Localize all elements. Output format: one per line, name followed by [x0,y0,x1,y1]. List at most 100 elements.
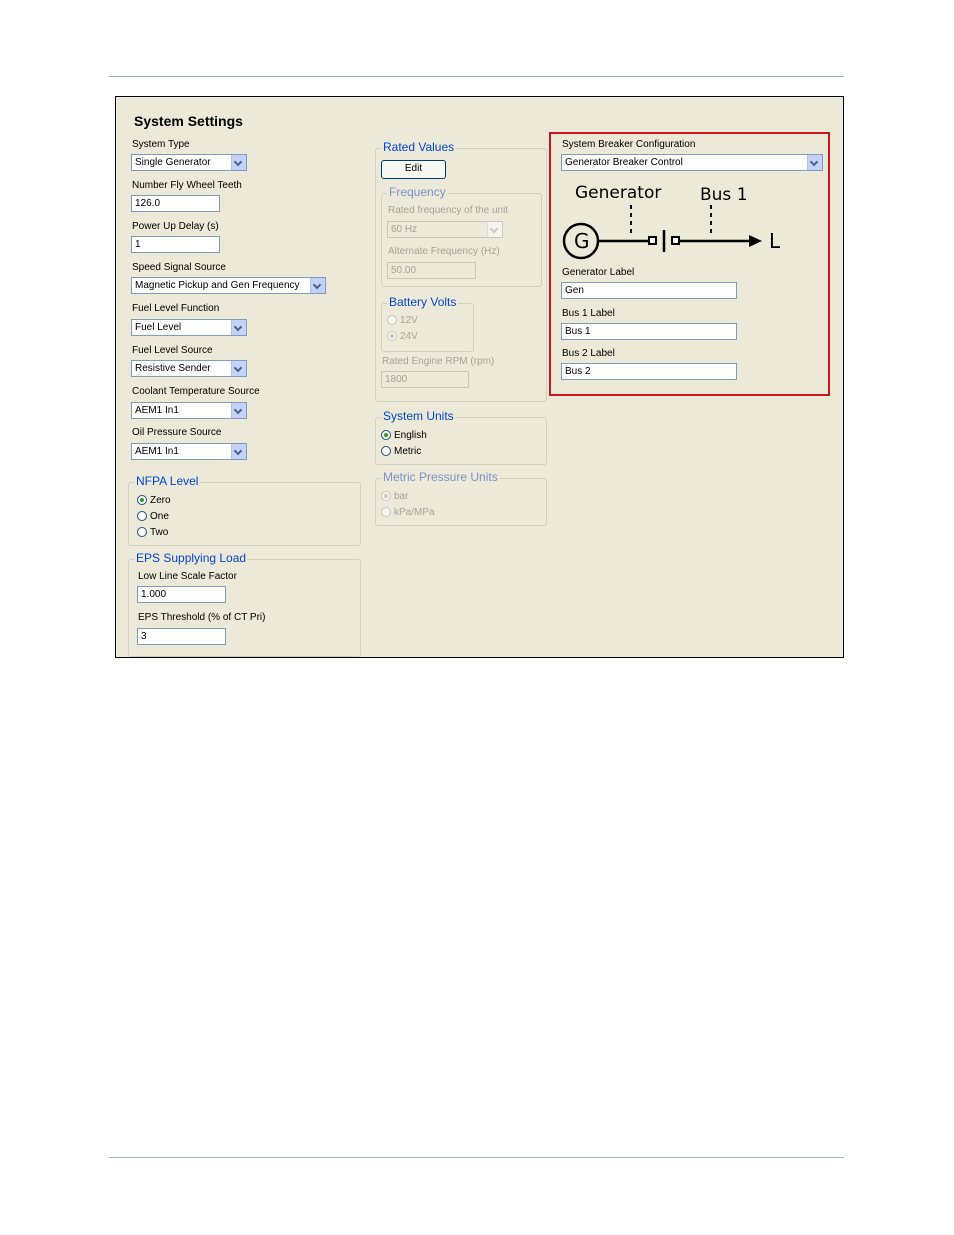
chevron-down-icon[interactable] [231,403,246,418]
eps-title: EPS Supplying Load [134,551,249,565]
nfpa-radio-zero[interactable]: Zero [137,495,171,509]
edit-button[interactable]: Edit [381,160,446,179]
rated-rpm-label: Rated Engine RPM (rpm) [382,356,495,367]
radio-icon[interactable] [381,507,391,518]
arrow-right-icon [749,235,762,247]
low-line-scale-label: Low Line Scale Factor [138,571,237,582]
fly-wheel-teeth-input[interactable]: 126.0 [131,195,220,212]
pressure-radio-bar[interactable]: bar [381,491,408,505]
bus1-label-input[interactable]: Bus 1 [561,323,737,340]
rated-values-group: Rated Values Edit Frequency Rated freque… [375,140,547,402]
power-up-delay-label: Power Up Delay (s) [132,221,219,232]
rated-rpm-input[interactable]: 1800 [381,371,469,388]
coolant-temp-source-label: Coolant Temperature Source [132,386,260,397]
page-title: System Settings [134,113,243,129]
oil-pressure-source-label: Oil Pressure Source [132,427,222,438]
eps-supplying-load-group: EPS Supplying Load Low Line Scale Factor… [128,551,361,657]
chevron-down-icon[interactable] [807,155,822,170]
breaker-diagram: Generator Bus 1 G L [562,183,781,260]
header-rule [109,76,844,77]
bus1-label-label: Bus 1 Label [562,308,615,319]
nfpa-radio-one-label: One [150,511,169,522]
eps-threshold-label: EPS Threshold (% of CT Pri) [138,612,266,623]
breaker-contact-icon [671,236,680,245]
chevron-down-icon[interactable] [231,361,246,376]
system-type-dropdown[interactable]: Single Generator [131,154,247,171]
nfpa-level-title: NFPA Level [134,474,201,488]
coolant-temp-source-value: AEM1 In1 [135,405,179,416]
pressure-radio-kpa[interactable]: kPa/MPa [381,507,435,521]
battery-radio-24v[interactable]: 24V [387,331,418,345]
system-type-value: Single Generator [135,157,211,168]
diagram-g-text: G [574,229,590,253]
chevron-down-icon[interactable] [231,320,246,335]
fuel-level-function-dropdown[interactable]: Fuel Level [131,319,247,336]
diagram-l-text: L [769,229,781,253]
battery-volts-group: Battery Volts 12V 24V [381,295,474,352]
radio-icon[interactable] [137,511,147,522]
generator-label-label: Generator Label [562,267,635,278]
rated-frequency-dropdown[interactable]: 60 Hz [387,221,503,238]
bus2-label-input[interactable]: Bus 2 [561,363,737,380]
nfpa-radio-two-label: Two [150,527,169,538]
fuel-level-function-label: Fuel Level Function [132,303,220,314]
speed-signal-source-dropdown[interactable]: Magnetic Pickup and Gen Frequency [131,277,326,294]
units-metric-label: Metric [394,446,422,457]
units-english-label: English [394,430,427,441]
low-line-scale-input[interactable]: 1.000 [137,586,226,603]
chevron-down-icon[interactable] [487,222,502,237]
system-units-group: System Units English Metric [375,409,547,465]
pressure-bar-label: bar [394,491,409,502]
breaker-config-label: System Breaker Configuration [562,139,696,150]
fuel-level-source-value: Resistive Sender [135,363,211,374]
frequency-title: Frequency [387,185,448,199]
alternate-frequency-label: Alternate Frequency (Hz) [388,246,500,257]
power-up-delay-input[interactable]: 1 [131,236,220,253]
radio-icon[interactable] [387,315,397,326]
breaker-contact-icon [648,236,657,245]
fuel-level-function-value: Fuel Level [135,322,182,333]
nfpa-level-group: NFPA Level Zero One Two [128,474,361,546]
diagram-generator-text: Generator [575,183,661,203]
rated-frequency-label: Rated frequency of the unit [388,205,509,216]
rated-values-title: Rated Values [381,140,457,154]
system-units-title: System Units [381,409,456,423]
radio-selected-icon[interactable] [381,491,391,502]
chevron-down-icon[interactable] [231,155,246,170]
radio-icon[interactable] [381,446,391,457]
speed-signal-source-label: Speed Signal Source [132,262,226,273]
chevron-down-icon[interactable] [231,444,246,459]
nfpa-radio-zero-label: Zero [150,495,171,506]
battery-volts-title: Battery Volts [387,295,459,309]
metric-pressure-units-group: Metric Pressure Units bar kPa/MPa [375,470,547,526]
system-type-label: System Type [132,139,190,150]
fly-wheel-teeth-label: Number Fly Wheel Teeth [132,180,242,191]
breaker-config-dropdown[interactable]: Generator Breaker Control [561,154,823,171]
radio-icon[interactable] [137,527,147,538]
eps-threshold-input[interactable]: 3 [137,628,226,645]
diagram-bus1-text: Bus 1 [700,185,748,205]
battery-24v-label: 24V [400,331,418,342]
footer-rule [109,1157,844,1158]
bus2-label-label: Bus 2 Label [562,348,615,359]
breaker-config-value: Generator Breaker Control [565,157,683,168]
pressure-kpa-label: kPa/MPa [394,507,435,518]
radio-selected-icon[interactable] [137,495,147,506]
units-radio-english[interactable]: English [381,430,427,444]
frequency-group: Frequency Rated frequency of the unit 60… [381,185,542,287]
speed-signal-source-value: Magnetic Pickup and Gen Frequency [135,280,300,291]
oil-pressure-source-dropdown[interactable]: AEM1 In1 [131,443,247,460]
radio-selected-icon[interactable] [387,331,397,342]
metric-pressure-title: Metric Pressure Units [381,470,500,484]
units-radio-metric[interactable]: Metric [381,446,421,460]
nfpa-radio-two[interactable]: Two [137,527,168,541]
chevron-down-icon[interactable] [310,278,325,293]
battery-radio-12v[interactable]: 12V [387,315,418,329]
coolant-temp-source-dropdown[interactable]: AEM1 In1 [131,402,247,419]
alternate-frequency-input[interactable]: 50.00 [387,262,476,279]
system-settings-window: System Settings System Type Single Gener… [115,96,844,658]
nfpa-radio-one[interactable]: One [137,511,169,525]
fuel-level-source-dropdown[interactable]: Resistive Sender [131,360,247,377]
generator-label-input[interactable]: Gen [561,282,737,299]
radio-selected-icon[interactable] [381,430,391,441]
